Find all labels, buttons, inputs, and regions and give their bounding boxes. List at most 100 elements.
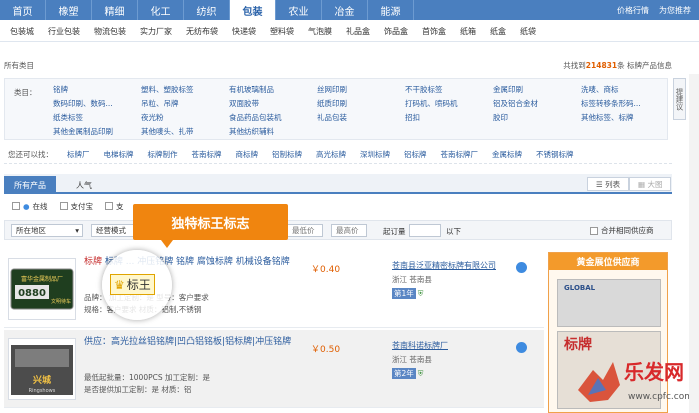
category-link[interactable]: 不干胶标签 xyxy=(405,84,493,95)
company-link[interactable]: 苍南科诺标牌厂 xyxy=(392,340,448,351)
category-link[interactable]: 数码印刷、数码... xyxy=(53,98,141,109)
tab-all-products[interactable]: 所有产品 xyxy=(4,176,56,194)
price-high-input[interactable] xyxy=(331,224,367,237)
category-link[interactable]: 其他金属制品印刷 xyxy=(53,126,141,137)
grid-view-button[interactable]: ▦ 大图 xyxy=(629,177,672,191)
related-search-link[interactable]: 标牌厂 xyxy=(67,149,90,160)
nav-tab[interactable]: 精细 xyxy=(92,0,138,20)
price-link[interactable]: 价格行情 xyxy=(617,5,649,16)
related-search-link[interactable]: 商标牌 xyxy=(236,149,259,160)
checkbox[interactable] xyxy=(59,202,68,210)
category-link[interactable]: 有机玻璃制品 xyxy=(229,84,317,95)
product-row[interactable]: 兴城 Ringshows 供应：高光拉丝铝铭牌|凹凸铝铭板|铝标牌|冲压铭牌 最… xyxy=(4,330,544,408)
related-search-link[interactable]: 金属标牌 xyxy=(492,149,522,160)
svg-text:富华金属制品厂: 富华金属制品厂 xyxy=(21,275,63,283)
scrollbar[interactable] xyxy=(689,74,699,413)
checkbox[interactable] xyxy=(12,202,20,210)
merge-supplier[interactable]: 合并相同供应商 xyxy=(590,225,654,236)
filter-other[interactable]: 支 xyxy=(105,201,124,212)
chat-icon[interactable] xyxy=(516,342,527,353)
chevron-down-icon: ▾ xyxy=(75,226,79,235)
subnav-item[interactable]: 气泡膜 xyxy=(308,26,332,37)
subnav-item[interactable]: 礼品盒 xyxy=(346,26,370,37)
chat-icon[interactable] xyxy=(516,262,527,273)
region-select[interactable]: 所在地区 ▾ xyxy=(11,224,83,237)
product-image[interactable]: 富华金属制品厂 0880 文明待车 xyxy=(8,258,76,320)
subnav-item[interactable]: 行业包装 xyxy=(48,26,80,37)
category-link[interactable]: 吊粒、吊牌 xyxy=(141,98,229,109)
related-search-link[interactable]: 深圳标牌 xyxy=(360,149,390,160)
filter-alipay[interactable]: 支付宝 xyxy=(59,201,93,212)
gold-ad-image[interactable]: GLOBAL xyxy=(557,279,661,327)
related-search-link[interactable]: 高光标牌 xyxy=(316,149,346,160)
site-watermark: 乐发网 www.cpfc.com xyxy=(568,350,693,410)
category-link[interactable]: 胶印 xyxy=(493,112,581,123)
shield-icon: ⛨ xyxy=(417,288,424,298)
category-link[interactable]: 招扣 xyxy=(405,112,493,123)
category-link[interactable]: 洗唛、商标 xyxy=(581,84,669,95)
related-search-link[interactable]: 电梯标牌 xyxy=(104,149,134,160)
filter-online[interactable]: ● 在线 xyxy=(12,201,48,212)
checkbox[interactable] xyxy=(105,202,114,210)
nav-tab[interactable]: 冶金 xyxy=(322,0,368,20)
price-low-input[interactable] xyxy=(287,224,323,237)
subnav-item[interactable]: 饰品盒 xyxy=(384,26,408,37)
callout-box: 独特标王标志 xyxy=(133,204,288,248)
category-link[interactable]: 纸类标签 xyxy=(53,112,141,123)
category-link[interactable]: 礼品包装 xyxy=(317,112,405,123)
category-link[interactable]: 夜光粉 xyxy=(141,112,229,123)
category-link[interactable]: 纸质印刷 xyxy=(317,98,405,109)
tab-popularity[interactable]: 人气 xyxy=(66,176,102,194)
company-link[interactable]: 苍南县泛亚精密标牌有限公司 xyxy=(392,260,496,271)
category-link[interactable]: 其他唛头、扎带 xyxy=(141,126,229,137)
category-link[interactable]: 其他纺织辅料 xyxy=(229,126,317,137)
related-search-link[interactable]: 苍南标牌厂 xyxy=(441,149,479,160)
category-link[interactable]: 丝网印刷 xyxy=(317,84,405,95)
related-search-link[interactable]: 不锈钢标牌 xyxy=(536,149,574,160)
subnav-item[interactable]: 快递袋 xyxy=(232,26,256,37)
category-link[interactable]: 其他标签、标牌 xyxy=(581,112,669,123)
subnav-item[interactable]: 纸盒 xyxy=(490,26,506,37)
category-link[interactable]: 食品药品包装机 xyxy=(229,112,317,123)
category-link[interactable]: 打码机、喷码机 xyxy=(405,98,493,109)
product-title[interactable]: 供应：高光拉丝铝铭牌|凹凸铝铭板|铝标牌|冲压铭牌 xyxy=(84,336,294,348)
nav-tab[interactable]: 首页 xyxy=(0,0,46,20)
magnifier-lens: ♛ 标王 xyxy=(102,250,172,320)
years-badge: 第2年 xyxy=(392,368,416,379)
nav-tab[interactable]: 橡塑 xyxy=(46,0,92,20)
nav-tab[interactable]: 纺织 xyxy=(184,0,230,20)
nav-tab[interactable]: 化工 xyxy=(138,0,184,20)
category-link[interactable]: 双面胶带 xyxy=(229,98,317,109)
category-link[interactable]: 塑料、塑胶标签 xyxy=(141,84,229,95)
product-image[interactable]: 兴城 Ringshows xyxy=(8,338,76,400)
related-search-link[interactable]: 铝制标牌 xyxy=(272,149,302,160)
subnav-item[interactable]: 纸箱 xyxy=(460,26,476,37)
subnav-item[interactable]: 无纺布袋 xyxy=(186,26,218,37)
nav-tab-active[interactable]: 包装 xyxy=(230,0,276,20)
category-link[interactable]: 铝及铝合金材 xyxy=(493,98,581,109)
subnav-item[interactable]: 实力厂家 xyxy=(140,26,172,37)
subnav-item[interactable]: 物流包装 xyxy=(94,26,126,37)
category-link[interactable]: 标签转移条形码... xyxy=(581,98,669,109)
category-grid: 铭牌 塑料、塑胶标签 有机玻璃制品 丝网印刷 不干胶标签 金属印刷 洗唛、商标数码印刷、数码… xyxy=(53,84,669,137)
category-link[interactable]: 铭牌 xyxy=(53,84,141,95)
member-badge: 第2年 ⛨ xyxy=(392,368,423,379)
moq-input[interactable] xyxy=(409,224,441,237)
product-row[interactable]: 富华金属制品厂 0880 文明待车 标牌 标牌 ... 冲压铭牌 铭牌 腐蚀标牌… xyxy=(4,250,544,328)
product-price: ￥0.50 xyxy=(311,345,341,355)
nav-tab[interactable]: 农业 xyxy=(276,0,322,20)
subnav-item[interactable]: 首饰盒 xyxy=(422,26,446,37)
king-badge: ♛ 标王 xyxy=(110,274,155,295)
member-badge: 第1年 ⛨ xyxy=(392,288,423,299)
related-search-link[interactable]: 标牌制作 xyxy=(148,149,178,160)
list-view-button[interactable]: ☰ 列表 xyxy=(587,177,630,191)
recommend-link[interactable]: 为您推荐 xyxy=(659,5,691,16)
subnav-item[interactable]: 包装城 xyxy=(10,26,34,37)
related-search-link[interactable]: 铝标牌 xyxy=(404,149,427,160)
subnav-item[interactable]: 纸袋 xyxy=(520,26,536,37)
related-search-link[interactable]: 苍南标牌 xyxy=(192,149,222,160)
nav-tab[interactable]: 能源 xyxy=(368,0,414,20)
subnav-item[interactable]: 塑料袋 xyxy=(270,26,294,37)
feedback-button[interactable]: 提建议 xyxy=(673,78,686,120)
category-link[interactable]: 金属印刷 xyxy=(493,84,581,95)
